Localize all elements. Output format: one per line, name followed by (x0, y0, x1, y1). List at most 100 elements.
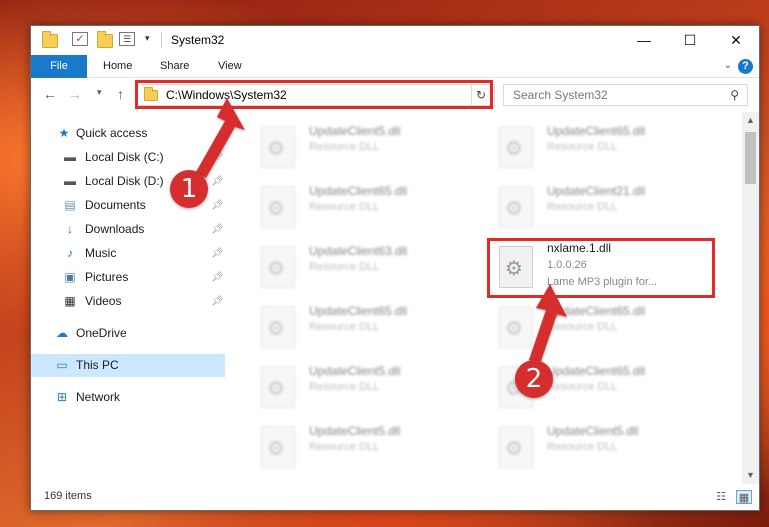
dll-file-icon: ⚙ (499, 186, 533, 228)
pin-icon[interactable]: 📌︎ (211, 194, 224, 217)
vertical-scrollbar[interactable]: ▲ ▼ (742, 112, 759, 484)
dll-file-icon: ⚙ (261, 366, 295, 408)
close-button[interactable]: ✕ (713, 26, 759, 55)
search-input[interactable]: Search System32 (513, 88, 608, 102)
file-tile[interactable]: ⚙ UpdateClient21.dll Resource DLL (489, 178, 719, 234)
callout-1: 1 (170, 170, 208, 208)
refresh-button[interactable]: ↻ (471, 84, 491, 106)
properties-check-icon[interactable]: ✓ (72, 32, 88, 46)
expand-ribbon-chevron-icon[interactable]: ⌄ (724, 60, 732, 71)
new-folder-icon[interactable] (97, 31, 113, 48)
sidebar-item-label: Videos (85, 294, 122, 308)
sidebar-item-pictures[interactable]: ▣ Pictures 📌︎ (31, 266, 225, 289)
gear-icon: ⚙ (505, 198, 523, 220)
gear-icon: ⚙ (267, 318, 285, 340)
file-tile[interactable]: ⚙ UpdateClient5.dll Resource DLL (489, 418, 719, 474)
recent-locations-chevron-icon[interactable]: ▾ (97, 87, 102, 98)
drive-icon: ▬ (64, 150, 76, 164)
file-description: Resource DLL (309, 261, 380, 273)
file-tile[interactable]: ⚙ UpdateClient65.dll Resource DLL (251, 298, 481, 354)
minimize-button[interactable]: — (621, 26, 667, 55)
sidebar-item-label: This PC (76, 358, 119, 372)
gear-icon: ⚙ (267, 198, 285, 220)
gear-icon: ⚙ (505, 318, 523, 340)
tab-view[interactable]: View (204, 55, 256, 78)
sidebar-item-local-disk-c[interactable]: ▬ Local Disk (C:) 📌︎ (31, 146, 225, 169)
file-tile[interactable]: ⚙ UpdateClient65.dll Resource DLL (251, 178, 481, 234)
details-view-icon[interactable]: ☷ (713, 490, 729, 504)
pin-icon[interactable]: 📌︎ (211, 266, 224, 289)
address-path[interactable]: C:\Windows\System32 (166, 88, 287, 102)
ribbon-tabs: File Home Share View ⌄ ? (31, 55, 759, 78)
file-description: Resource DLL (309, 141, 380, 153)
customize-qat-icon[interactable]: ☰ (119, 32, 135, 46)
back-arrow-icon[interactable]: ← (43, 86, 57, 102)
sidebar-item-quick-access[interactable]: ★ Quick access (31, 122, 225, 145)
file-description: Resource DLL (547, 441, 618, 453)
sidebar-item-label: Local Disk (C:) (85, 150, 164, 164)
file-description: Resource DLL (309, 201, 380, 213)
address-bar[interactable]: C:\Windows\System32 ⌄ (137, 84, 495, 106)
tab-file[interactable]: File (31, 55, 87, 78)
scroll-thumb[interactable] (745, 132, 756, 184)
search-box[interactable]: Search System32 ⚲ (503, 84, 748, 106)
scroll-down-arrow-icon[interactable]: ▼ (742, 467, 759, 484)
dll-file-icon: ⚙ (499, 426, 533, 468)
sidebar-item-label: Music (85, 246, 117, 260)
sidebar-item-label: OneDrive (76, 326, 127, 340)
window-title: System32 (171, 33, 225, 47)
status-bar: 169 items ☷ ▦ (31, 484, 759, 510)
gear-icon: ⚙ (267, 438, 285, 460)
tiles-view-icon[interactable]: ▦ (736, 490, 752, 504)
sidebar-item-network[interactable]: ⊞ Network (31, 386, 225, 409)
pin-icon[interactable]: 📌︎ (211, 146, 224, 169)
file-description: Resource DLL (309, 381, 380, 393)
gear-icon: ⚙ (267, 138, 285, 160)
navigation-bar: ← → ▾ ↑ C:\Windows\System32 ⌄ ↻ Search S… (31, 78, 759, 112)
file-tile[interactable]: ⚙ UpdateClient5.dll Resource DLL (251, 358, 481, 414)
tab-share[interactable]: Share (146, 55, 203, 78)
sidebar-item-videos[interactable]: ▦ Videos 📌︎ (31, 290, 225, 313)
file-tile[interactable]: ⚙ UpdateClient65.dll Resource DLL (489, 118, 719, 174)
file-name: UpdateClient65.dll (547, 364, 646, 378)
computer-icon: ▭ (56, 358, 68, 372)
dll-file-icon: ⚙ (261, 246, 295, 288)
dll-file-icon: ⚙ (261, 306, 295, 348)
pin-icon[interactable]: 📌︎ (211, 218, 224, 241)
sidebar-item-downloads[interactable]: ↓ Downloads 📌︎ (31, 218, 225, 241)
file-name: UpdateClient5.dll (309, 364, 401, 378)
file-name: UpdateClient5.dll (547, 424, 639, 438)
maximize-button[interactable]: ☐ (667, 26, 713, 55)
file-tile-nxlame[interactable]: ⚙ nxlame.1.dll 1.0.0.26 Lame MP3 plugin … (489, 238, 719, 294)
file-name: UpdateClient65.dll (309, 184, 408, 198)
tab-home[interactable]: Home (89, 55, 146, 78)
file-tile[interactable]: ⚙ UpdateClient5.dll Resource DLL (251, 418, 481, 474)
file-description: Lame MP3 plugin for... (547, 276, 658, 288)
help-icon[interactable]: ? (738, 59, 753, 74)
sidebar-item-label: Documents (85, 198, 146, 212)
up-arrow-icon[interactable]: ↑ (117, 86, 124, 102)
forward-arrow-icon[interactable]: → (68, 86, 82, 102)
dll-file-icon: ⚙ (261, 126, 295, 168)
pin-icon[interactable]: 📌︎ (211, 170, 224, 193)
documents-icon: ▤ (64, 198, 76, 212)
qat-dropdown-icon[interactable]: ▾ (145, 33, 150, 44)
file-tile[interactable]: ⚙ UpdateClient65.dll Resource DLL (489, 298, 719, 354)
search-icon[interactable]: ⚲ (730, 88, 739, 102)
pin-icon[interactable]: 📌︎ (211, 290, 224, 313)
file-name: UpdateClient65.dll (547, 124, 646, 138)
file-tile[interactable]: ⚙ UpdateClient63.dll Resource DLL (251, 238, 481, 294)
folder-icon (42, 31, 58, 48)
sidebar-item-onedrive[interactable]: ☁ OneDrive (31, 322, 225, 345)
file-tile[interactable]: ⚙ UpdateClient5.dll Resource DLL (251, 118, 481, 174)
gear-icon: ⚙ (505, 438, 523, 460)
sidebar-item-label: Quick access (76, 126, 148, 140)
dll-file-icon: ⚙ (261, 426, 295, 468)
sidebar-item-this-pc[interactable]: ▭ This PC (31, 354, 225, 377)
dll-file-icon: ⚙ (499, 126, 533, 168)
sidebar-item-music[interactable]: ♪ Music 📌︎ (31, 242, 225, 265)
file-name: UpdateClient65.dll (547, 304, 646, 318)
pin-icon[interactable]: 📌︎ (211, 242, 224, 265)
address-folder-icon (144, 87, 158, 101)
scroll-up-arrow-icon[interactable]: ▲ (742, 112, 759, 129)
